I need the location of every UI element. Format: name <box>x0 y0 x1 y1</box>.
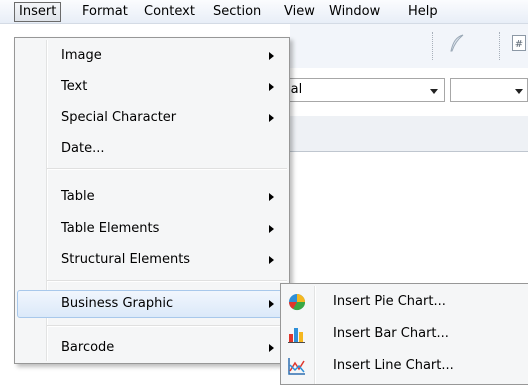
menu-item-insert-pie-chart[interactable]: Insert Pie Chart... <box>283 288 527 316</box>
submenu-arrow-icon <box>269 114 274 122</box>
menu-item-label: Date... <box>61 141 105 156</box>
line-chart-icon <box>288 357 306 375</box>
submenu-arrow-icon <box>269 52 274 60</box>
submenu-arrow-icon <box>269 225 274 233</box>
menu-item-label: Structural Elements <box>61 252 191 267</box>
font-name-combo[interactable]: ial <box>284 78 445 102</box>
menu-bar: Insert Format Context Section View Windo… <box>0 0 528 24</box>
field-hash-icon[interactable]: # <box>510 32 528 54</box>
menu-item-barcode[interactable]: Barcode <box>17 334 287 362</box>
submenu-arrow-icon <box>269 344 274 352</box>
menu-help[interactable]: Help <box>403 2 443 22</box>
submenu-arrow-icon <box>269 83 274 91</box>
insert-menu: Image Text Special Character Date... Tab… <box>14 37 290 364</box>
menu-format[interactable]: Format <box>77 2 133 22</box>
menu-item-text[interactable]: Text <box>17 73 287 101</box>
menu-separator <box>47 168 287 170</box>
menu-item-structural-elements[interactable]: Structural Elements <box>17 246 287 274</box>
toolbar <box>290 24 528 68</box>
menu-item-label: Table Elements <box>61 221 160 236</box>
bar-chart-icon <box>288 325 306 343</box>
menu-item-label: Insert Pie Chart... <box>333 294 446 309</box>
menu-view[interactable]: View <box>279 2 320 22</box>
menu-insert[interactable]: Insert <box>14 2 62 22</box>
menu-item-image[interactable]: Image <box>17 42 287 70</box>
toolbar-separator <box>432 32 433 60</box>
menu-item-table-elements[interactable]: Table Elements <box>17 215 287 243</box>
menu-section[interactable]: Section <box>208 2 266 22</box>
submenu-arrow-icon <box>269 256 274 264</box>
svg-text:#: # <box>515 39 523 50</box>
format-combo-row: ial <box>284 74 528 106</box>
menu-item-label: Text <box>61 79 88 94</box>
menu-item-label: Insert Bar Chart... <box>333 326 449 341</box>
menu-item-label: Business Graphic <box>61 296 174 311</box>
ruler <box>290 116 528 152</box>
menu-item-label: Barcode <box>61 340 115 355</box>
submenu-arrow-icon <box>269 193 274 201</box>
menu-item-table[interactable]: Table <box>17 183 287 211</box>
menu-item-insert-line-chart[interactable]: Insert Line Chart... <box>283 352 527 380</box>
business-graphic-submenu: Insert Pie Chart... Insert Bar Chart... … <box>280 283 528 385</box>
menu-item-label: Table <box>61 189 95 204</box>
menu-item-label: Image <box>61 48 102 63</box>
feather-pen-icon[interactable] <box>448 32 466 54</box>
menu-item-date[interactable]: Date... <box>17 135 287 163</box>
chevron-down-icon[interactable] <box>430 89 438 94</box>
menu-separator <box>47 325 287 327</box>
menu-item-business-graphic[interactable]: Business Graphic <box>17 290 287 318</box>
toolbar-separator <box>499 32 500 60</box>
menu-context[interactable]: Context <box>139 2 200 22</box>
menu-item-special-character[interactable]: Special Character <box>17 104 287 132</box>
menu-item-label: Insert Line Chart... <box>333 358 454 373</box>
menu-item-insert-bar-chart[interactable]: Insert Bar Chart... <box>283 320 527 348</box>
menu-separator <box>47 280 287 282</box>
font-size-combo[interactable] <box>450 78 528 102</box>
chevron-down-icon[interactable] <box>515 89 523 94</box>
submenu-arrow-icon <box>269 300 274 308</box>
menu-window[interactable]: Window <box>324 2 385 22</box>
pie-chart-icon <box>288 293 306 311</box>
menu-item-label: Special Character <box>61 110 177 125</box>
